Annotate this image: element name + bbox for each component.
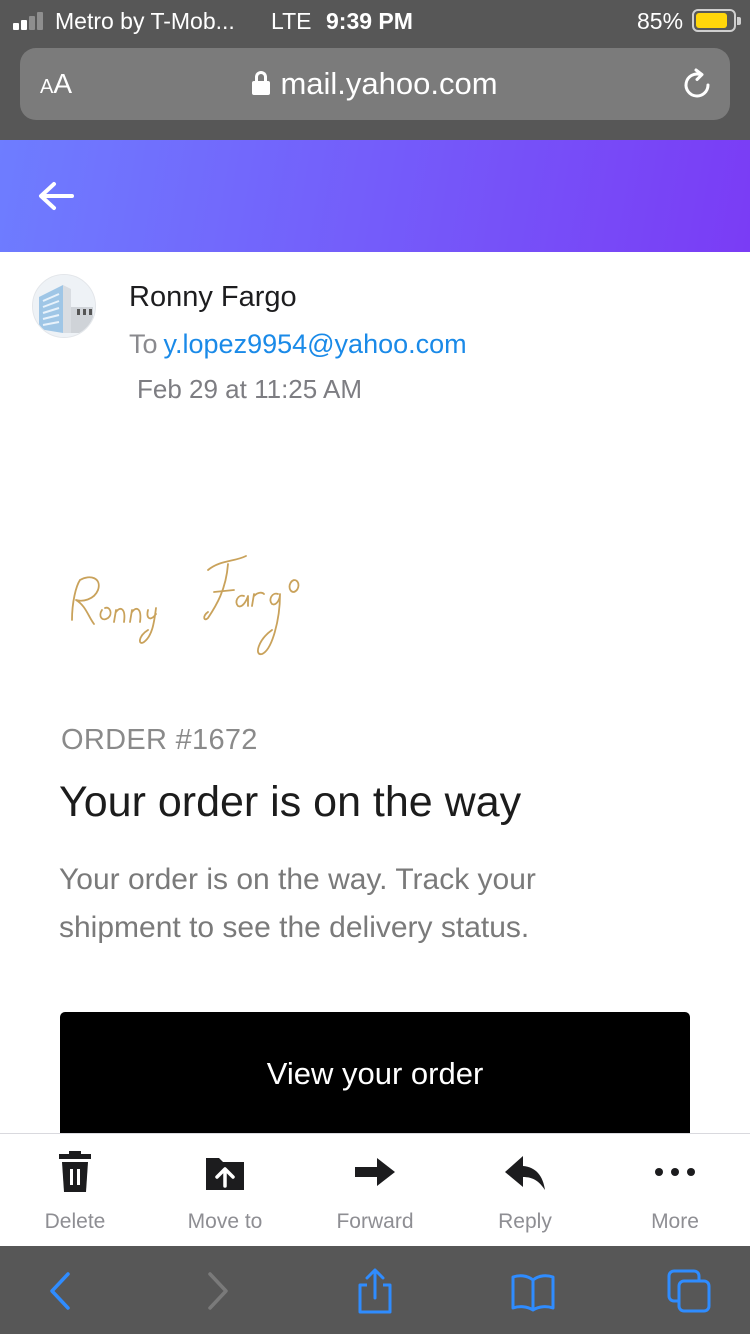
- lock-icon: [252, 71, 271, 95]
- sender-name[interactable]: Ronny Fargo: [129, 281, 297, 314]
- carrier-name: Metro by T-Mob...: [55, 8, 235, 34]
- more-dots-icon: [655, 1168, 695, 1176]
- reply-arrow-icon: [505, 1156, 545, 1190]
- order-description: Your order is on the way. Track your shi…: [59, 856, 619, 952]
- mail-action-toolbar: Delete Move to Forward Reply More: [0, 1133, 750, 1246]
- move-to-button[interactable]: Move to: [150, 1134, 300, 1247]
- address-bar[interactable]: AA mail.yahoo.com: [20, 48, 730, 120]
- forward-arrow-icon: [355, 1158, 395, 1186]
- forward-button[interactable]: Forward: [300, 1134, 450, 1247]
- reload-icon[interactable]: [680, 68, 714, 102]
- trash-icon: [59, 1151, 91, 1192]
- share-icon[interactable]: [352, 1268, 398, 1314]
- email-date: Feb 29 at 11:25 AM: [137, 374, 362, 404]
- cellular-signal-icon: [13, 10, 49, 30]
- status-time: 9:39 PM: [326, 8, 413, 34]
- url-text: mail.yahoo.com: [280, 66, 498, 101]
- order-description-line: shipment to see the delivery status.: [59, 911, 530, 944]
- reply-label: Reply: [498, 1210, 552, 1233]
- view-order-button[interactable]: View your order: [60, 1012, 690, 1138]
- url-display[interactable]: mail.yahoo.com: [20, 66, 730, 102]
- network-type: LTE: [271, 8, 312, 34]
- delete-button[interactable]: Delete: [0, 1134, 150, 1247]
- move-to-folder-icon: [206, 1158, 244, 1190]
- back-arrow-icon[interactable]: [36, 178, 76, 214]
- back-chevron-icon[interactable]: [38, 1268, 84, 1314]
- browser-chrome-top: Metro by T-Mob... LTE 9:39 PM 85% AA mai…: [0, 0, 750, 140]
- more-button[interactable]: More: [600, 1134, 750, 1247]
- to-label: To: [129, 329, 158, 359]
- battery-percent: 85%: [637, 8, 684, 34]
- handwritten-signature-logo: [71, 555, 300, 655]
- battery-icon: [692, 9, 741, 32]
- recipient-line: To y.lopez9954@yahoo.com: [129, 329, 467, 360]
- sender-avatar: [32, 274, 96, 338]
- mail-header: [0, 140, 750, 252]
- recipient-address[interactable]: y.lopez9954@yahoo.com: [164, 329, 467, 359]
- status-bar: Metro by T-Mob... LTE 9:39 PM 85%: [0, 0, 750, 42]
- reply-button[interactable]: Reply: [450, 1134, 600, 1247]
- forward-chevron-icon[interactable]: [194, 1268, 240, 1314]
- tabs-icon[interactable]: [666, 1268, 712, 1314]
- building-icon: [33, 275, 95, 337]
- order-number: ORDER #1672: [61, 724, 258, 756]
- move-to-label: Move to: [187, 1210, 263, 1233]
- order-description-line: Your order is on the way. Track your: [59, 863, 536, 896]
- bookmarks-icon[interactable]: [510, 1268, 556, 1314]
- browser-toolbar-bottom: [0, 1246, 750, 1334]
- delete-label: Delete: [44, 1210, 106, 1233]
- forward-label: Forward: [336, 1210, 414, 1233]
- more-label: More: [651, 1210, 699, 1233]
- order-title: Your order is on the way: [59, 778, 522, 826]
